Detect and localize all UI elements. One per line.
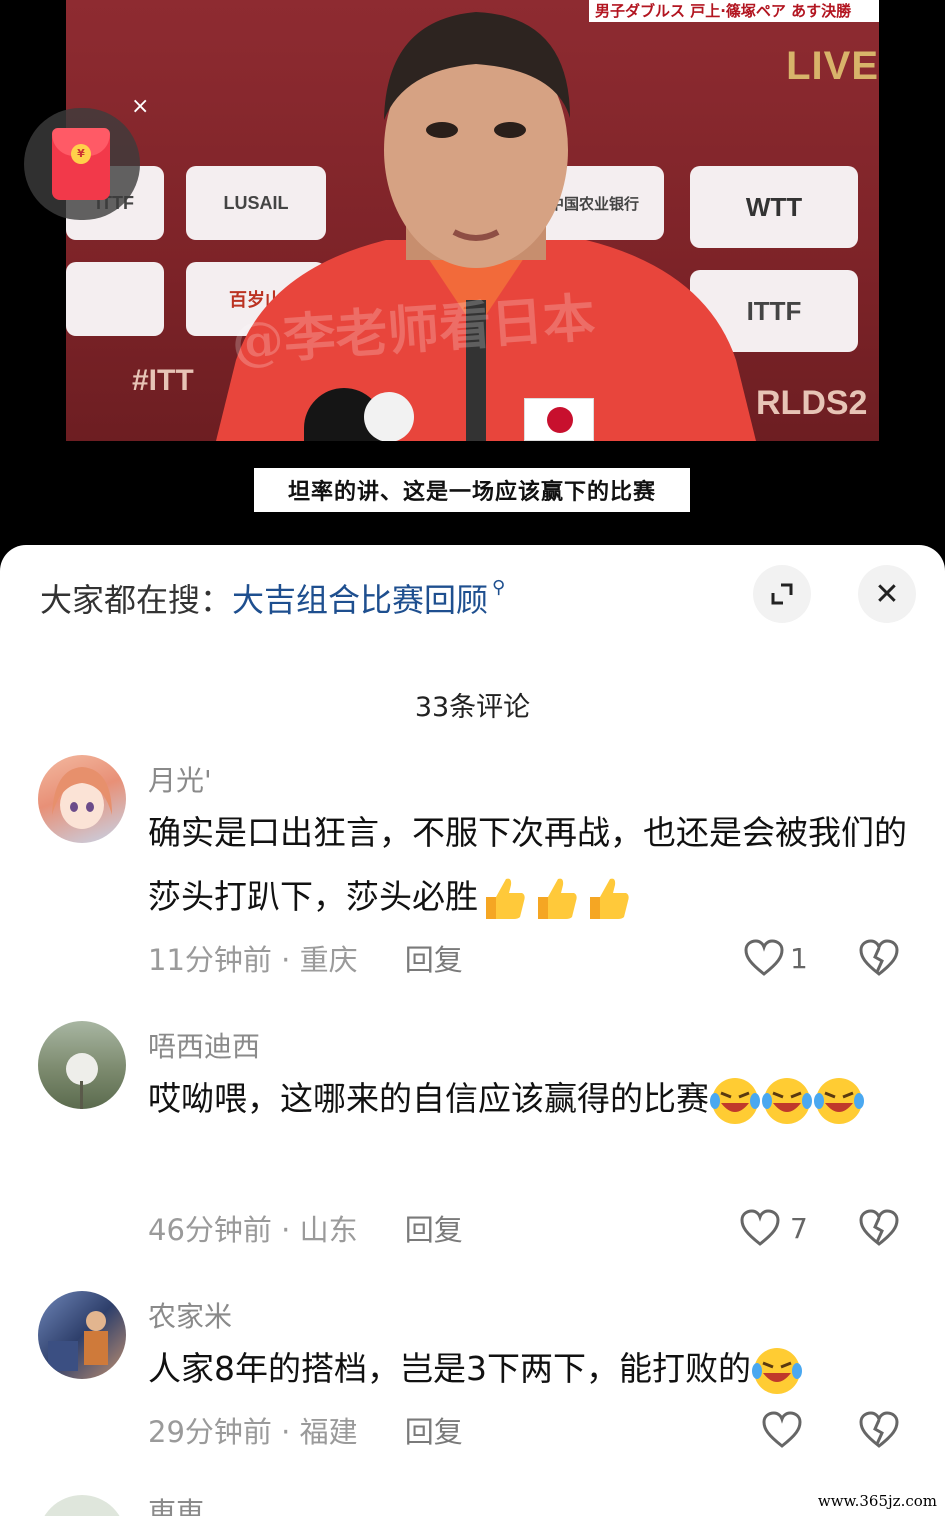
broken-heart-icon <box>859 1411 899 1448</box>
comment-username[interactable]: 月光' <box>148 759 212 799</box>
reply-button[interactable]: 回复 <box>405 943 463 977</box>
red-packet-icon: ¥ <box>52 128 110 200</box>
expand-button[interactable] <box>753 565 811 623</box>
comment-count: 33条评论 <box>414 692 531 723</box>
broken-heart-icon <box>859 939 899 976</box>
like-button[interactable]: 7 <box>740 1209 808 1247</box>
avatar[interactable] <box>38 1495 126 1516</box>
like-count: 1 <box>790 941 808 975</box>
reply-button[interactable]: 回复 <box>405 1415 463 1449</box>
comment-sheet: 大家都在搜： 大吉组合比赛回顾 ⚲ ✕ 33条评论 月光' 确实是口出狂言，不服… <box>0 545 945 1516</box>
comment-meta: 29分钟前 · 福建 回复 <box>148 1415 463 1449</box>
heart-icon <box>744 939 784 976</box>
coin-icon: ¥ <box>71 144 91 164</box>
expand-icon <box>771 583 793 605</box>
broadcast-caption: 男子ダブルス 戸上·篠塚ペア あす決勝 <box>589 0 879 22</box>
heart-icon <box>762 1411 802 1448</box>
dislike-button[interactable] <box>859 1209 899 1251</box>
trending-search-label: 大家都在搜： <box>40 581 233 619</box>
comment-location: 山东 <box>299 1213 358 1247</box>
comment-location: 重庆 <box>299 943 358 977</box>
like-button[interactable] <box>762 1411 802 1449</box>
video-subtitle: 坦率的讲、这是一场应该赢下的比赛 <box>254 468 690 512</box>
comment-meta: 46分钟前 · 山东 回复 <box>148 1213 463 1247</box>
comment-text: 确实是口出狂言，不服下次再战，也还是会被我们的莎头打趴下，莎头必胜 <box>148 801 918 929</box>
avatar[interactable] <box>38 1291 126 1379</box>
close-sheet-button[interactable]: ✕ <box>858 565 916 623</box>
comment-username[interactable]: 唔西迪西 <box>148 1025 260 1065</box>
trending-search[interactable]: 大家都在搜： 大吉组合比赛回顾 ⚲ <box>40 575 505 621</box>
broken-heart-icon <box>859 1209 899 1246</box>
player-figure <box>216 12 756 441</box>
heart-icon <box>740 1209 780 1246</box>
avatar[interactable] <box>38 755 126 843</box>
comment-username[interactable]: 東東 <box>148 1491 204 1516</box>
like-button[interactable]: 1 <box>744 939 808 977</box>
close-icon: ✕ <box>874 576 900 612</box>
red-packet-button[interactable]: ¥ <box>24 108 140 220</box>
thumbs-up-icon <box>590 878 629 919</box>
thumbs-up-icon <box>538 878 577 919</box>
like-count: 7 <box>790 1211 808 1245</box>
reply-button[interactable]: 回复 <box>405 1213 463 1247</box>
video-player[interactable]: ITTF LUSAIL 中国农业银行 WTT 百岁山 ITTF #ITT RLD… <box>0 0 945 560</box>
laugh-cry-icon <box>814 1077 864 1124</box>
dislike-button[interactable] <box>859 1411 899 1453</box>
thumbs-up-icon <box>486 878 525 919</box>
laugh-cry-icon <box>762 1077 812 1124</box>
laugh-cry-icon <box>752 1347 802 1394</box>
comment-time: 29分钟前 <box>148 1415 272 1449</box>
comment-text: 哎呦喂，这哪来的自信应该赢得的比赛 <box>148 1067 918 1131</box>
comment-text: 人家8年的搭档，岂是3下两下，能打败的 <box>148 1337 918 1401</box>
dislike-button[interactable] <box>859 939 899 981</box>
live-badge: LIVE <box>786 44 879 88</box>
comment-username[interactable]: 农家米 <box>148 1295 232 1335</box>
laugh-cry-icon <box>710 1077 760 1124</box>
video-frame: ITTF LUSAIL 中国农业银行 WTT 百岁山 ITTF #ITT RLD… <box>66 0 879 441</box>
japan-flag-icon <box>524 398 594 441</box>
avatar[interactable] <box>38 1021 126 1109</box>
comment-location: 福建 <box>299 1415 358 1449</box>
red-packet-close-button[interactable]: × <box>131 94 149 119</box>
site-watermark: www.365jz.com <box>817 1492 937 1510</box>
trending-search-link[interactable]: 大吉组合比赛回顾 <box>232 575 488 621</box>
comment-meta: 11分钟前 · 重庆 回复 <box>148 943 463 977</box>
comment-time: 11分钟前 <box>148 943 272 977</box>
microphone <box>364 392 414 441</box>
search-icon: ⚲ <box>492 577 506 598</box>
comment-time: 46分钟前 <box>148 1213 272 1247</box>
